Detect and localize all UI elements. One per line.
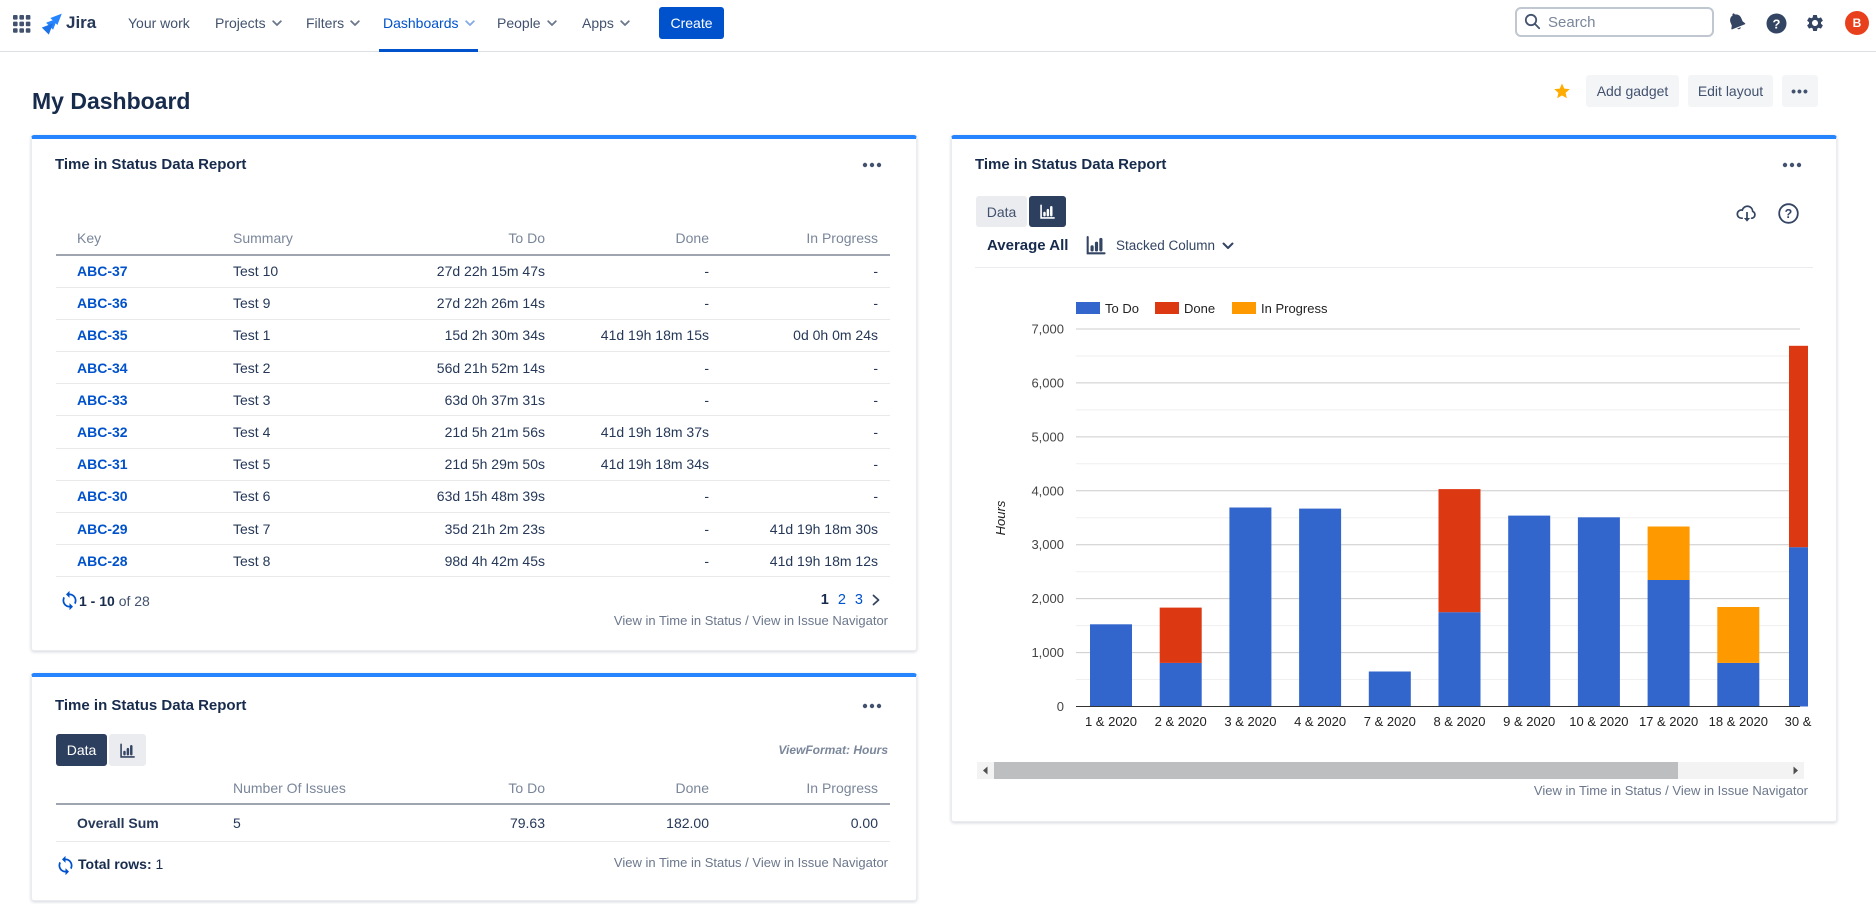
- svg-text:2 & 2020: 2 & 2020: [1155, 714, 1207, 729]
- svg-text:10 & 2020: 10 & 2020: [1569, 714, 1628, 729]
- svg-text:2,000: 2,000: [1031, 591, 1064, 606]
- svg-text:4 & 2020: 4 & 2020: [1294, 714, 1346, 729]
- svg-text:7,000: 7,000: [1031, 322, 1064, 337]
- svg-text:30 &: 30 &: [1785, 714, 1812, 729]
- svg-text:Hours: Hours: [993, 500, 1008, 535]
- svg-text:17 & 2020: 17 & 2020: [1639, 714, 1698, 729]
- svg-text:8 & 2020: 8 & 2020: [1433, 714, 1485, 729]
- svg-text:?: ?: [1773, 16, 1781, 31]
- svg-text:1 & 2020: 1 & 2020: [1085, 714, 1137, 729]
- svg-text:In Progress: In Progress: [1261, 301, 1328, 316]
- svg-text:9 & 2020: 9 & 2020: [1503, 714, 1555, 729]
- svg-text:0: 0: [1057, 699, 1064, 714]
- svg-text:3 & 2020: 3 & 2020: [1224, 714, 1276, 729]
- svg-text:Done: Done: [1184, 301, 1215, 316]
- svg-text:7 & 2020: 7 & 2020: [1364, 714, 1416, 729]
- svg-text:18 & 2020: 18 & 2020: [1709, 714, 1768, 729]
- svg-text:5,000: 5,000: [1031, 429, 1064, 444]
- svg-text:To Do: To Do: [1105, 301, 1139, 316]
- svg-text:4,000: 4,000: [1031, 483, 1064, 498]
- svg-text:1,000: 1,000: [1031, 645, 1064, 660]
- svg-text:6,000: 6,000: [1031, 375, 1064, 390]
- svg-text:3,000: 3,000: [1031, 537, 1064, 552]
